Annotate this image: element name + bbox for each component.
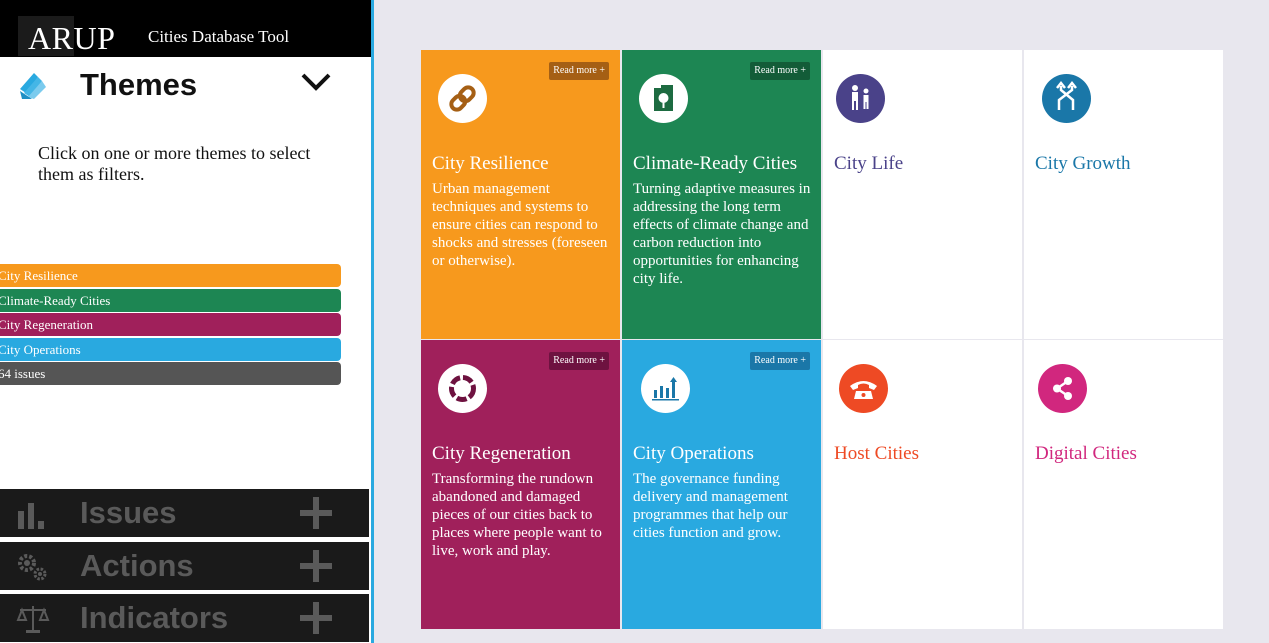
themes-instructions: Click on one or more themes to select th… <box>38 143 311 184</box>
cycle-ring-icon <box>449 375 476 402</box>
tile-title: City Resilience <box>432 153 549 174</box>
share-icon <box>1053 377 1072 400</box>
tile-city-operations[interactable]: Read more + City Operations The governan… <box>622 340 821 629</box>
tile-city-life[interactable]: City Life <box>823 50 1022 339</box>
gears-icon <box>18 554 47 581</box>
chevron-down-icon[interactable] <box>300 71 332 93</box>
themes-grid: Read more + City Resilience Urban manage… <box>419 48 1223 629</box>
growth-arrows-icon <box>1056 80 1077 110</box>
filter-climate-ready-cities[interactable]: Climate-Ready Cities <box>0 289 341 312</box>
tile-title: City Regeneration <box>432 443 571 464</box>
tile-title: Climate-Ready Cities <box>633 153 798 174</box>
section-issues[interactable]: Issues <box>0 489 369 537</box>
read-more-button[interactable]: Read more + <box>750 62 810 80</box>
tile-city-growth[interactable]: City Growth <box>1024 50 1223 339</box>
issues-count-badge: 64 issues <box>0 362 341 385</box>
tile-host-cities[interactable]: Host Cities <box>823 340 1022 629</box>
tree-building-icon <box>654 85 673 111</box>
tile-icon-circle <box>438 74 487 123</box>
section-actions[interactable]: Actions <box>0 542 369 590</box>
tile-description: The governance funding delivery and mana… <box>633 471 788 541</box>
top-bar: ARUP Cities Database Tool <box>0 0 371 57</box>
section-indicators-label: Indicators <box>80 600 229 635</box>
tile-title: City Life <box>834 153 904 174</box>
read-more-button[interactable]: Read more + <box>549 352 609 370</box>
filter-city-regeneration[interactable]: City Regeneration <box>0 313 341 336</box>
arup-logo[interactable]: ARUP <box>28 20 115 57</box>
section-actions-label: Actions <box>80 548 194 583</box>
tile-icon-circle <box>639 74 688 123</box>
tile-icon-circle <box>1042 74 1091 123</box>
scales-icon <box>16 606 50 633</box>
app-title: Cities Database Tool <box>148 27 290 46</box>
tile-icon-circle <box>641 364 690 413</box>
tile-icon-circle <box>839 364 888 413</box>
people-icon <box>852 85 869 110</box>
tile-icon-circle <box>836 74 885 123</box>
bar-chart-up-icon <box>652 377 679 401</box>
tile-description: Transforming the rundown abandoned and d… <box>432 471 602 559</box>
bar-chart-icon <box>18 503 44 529</box>
read-more-button[interactable]: Read more + <box>549 62 609 80</box>
telephone-icon <box>850 381 877 399</box>
section-indicators[interactable]: Indicators <box>0 594 369 642</box>
filter-city-resilience[interactable]: City Resilience <box>0 264 341 287</box>
tile-city-regeneration[interactable]: Read more + City Regeneration Transformi… <box>421 340 620 629</box>
chain-link-icon <box>449 85 476 112</box>
tile-title: Host Cities <box>834 443 919 464</box>
tile-city-resilience[interactable]: Read more + City Resilience Urban manage… <box>421 50 620 339</box>
tile-title: City Operations <box>633 443 754 464</box>
tile-description: Turning adaptive measures in addressing … <box>633 181 811 287</box>
themes-header[interactable]: Themes <box>0 57 371 113</box>
tile-icon-circle <box>438 364 487 413</box>
tile-title: City Growth <box>1035 153 1131 174</box>
tile-digital-cities[interactable]: Digital Cities <box>1024 340 1223 629</box>
plus-icon[interactable] <box>298 550 334 582</box>
sidebar: ARUP Cities Database Tool Themes Click o… <box>0 0 374 643</box>
tile-title: Digital Cities <box>1035 443 1137 464</box>
tile-description: Urban management techniques and systems … <box>432 181 608 269</box>
plus-icon[interactable] <box>298 497 334 529</box>
filter-city-operations[interactable]: City Operations <box>0 338 341 361</box>
tile-icon-circle <box>1038 364 1087 413</box>
section-issues-label: Issues <box>80 495 177 530</box>
plus-icon[interactable] <box>298 602 334 634</box>
themes-fan-icon <box>20 73 46 99</box>
themes-title: Themes <box>80 67 198 102</box>
tile-climate-ready-cities[interactable]: Read more + Climate-Ready Cities Turning… <box>622 50 821 339</box>
read-more-button[interactable]: Read more + <box>750 352 810 370</box>
